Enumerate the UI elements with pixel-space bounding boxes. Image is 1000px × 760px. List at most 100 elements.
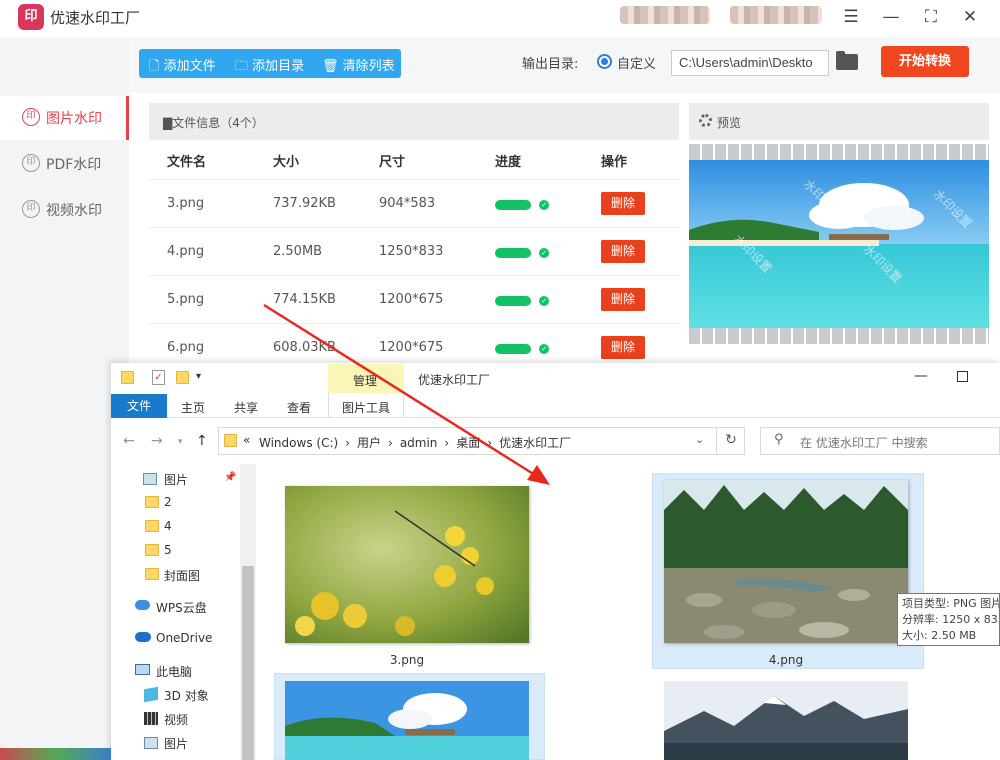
nav-item-cover[interactable]: 封面图 xyxy=(164,567,200,584)
minimize-icon[interactable]: — xyxy=(914,368,928,384)
picture-tools-divider xyxy=(328,393,404,418)
recent-dropdown-icon[interactable]: ▾ xyxy=(178,437,183,447)
properties-icon[interactable]: ✓ xyxy=(152,370,165,385)
tab-share[interactable]: 共享 xyxy=(234,399,258,416)
delete-button[interactable]: 删除 xyxy=(601,240,645,263)
nav-item-folder-2[interactable]: 2 xyxy=(164,495,172,509)
menu-icon[interactable]: ☰ xyxy=(838,4,864,30)
nav-item-this-pc[interactable]: 此电脑 xyxy=(156,663,192,680)
preview-title: 预览 xyxy=(717,116,742,130)
file-dims: 1200*675 xyxy=(379,292,444,307)
video-icon xyxy=(144,712,158,725)
column-header-name: 文件名 xyxy=(167,155,207,170)
file-tooltip: 项目类型: PNG 图片 分辨率: 1250 x 833 大小: 2.50 MB xyxy=(897,593,1000,646)
browse-folder-icon[interactable] xyxy=(836,51,858,70)
nav-item-wps-cloud[interactable]: WPS云盘 xyxy=(156,599,207,616)
file-size: 608.03KB xyxy=(273,340,336,355)
up-icon[interactable]: ↑ xyxy=(196,433,208,449)
3d-objects-icon xyxy=(144,686,158,703)
sidebar-item-label: 视频水印 xyxy=(46,203,102,219)
nav-scrollbar-thumb[interactable] xyxy=(242,566,254,760)
pictures-icon xyxy=(144,737,158,749)
this-pc-icon xyxy=(135,664,150,675)
tooltip-size: 大小: 2.50 MB xyxy=(902,629,977,642)
progress-bar xyxy=(495,200,531,210)
breadcrumb-item[interactable]: Windows (C:) xyxy=(259,436,338,450)
address-dropdown-icon[interactable]: ⌄ xyxy=(695,433,704,446)
thumbnail-caption: 3.png xyxy=(389,653,425,667)
film-strip-top xyxy=(689,144,989,160)
sidebar-item-video-watermark[interactable]: 印 视频水印 xyxy=(0,188,129,232)
file-name: 4.png xyxy=(167,244,205,259)
tab-view[interactable]: 查看 xyxy=(287,399,311,416)
check-icon: ✓ xyxy=(539,344,549,354)
minimize-icon[interactable]: — xyxy=(878,4,904,30)
thumbnail-caption: 4.png xyxy=(768,653,804,667)
chevron-right-icon: › xyxy=(487,436,493,450)
document-icon: ▇ xyxy=(163,116,173,130)
sidebar-item-image-watermark[interactable]: 印 图片水印 xyxy=(0,96,129,140)
nav-item-pictures-2[interactable]: 图片 xyxy=(164,735,188,752)
app-title: 优速水印工厂 xyxy=(50,9,141,27)
add-directory-button[interactable]: 🗀 添加目录 xyxy=(235,55,304,79)
file-info-title: ▇文件信息（4个） xyxy=(163,116,264,130)
pin-icon: 📌 xyxy=(224,472,237,483)
custom-radio-label[interactable]: 自定义 xyxy=(617,53,656,72)
nav-item-folder-4[interactable]: 4 xyxy=(164,519,172,533)
close-icon[interactable]: ✕ xyxy=(957,4,983,30)
tooltip-resolution: 分辨率: 1250 x 833 xyxy=(902,613,1000,626)
add-file-button[interactable]: 🗋 添加文件 xyxy=(149,55,216,79)
quick-access-dropdown-icon[interactable]: ▾ xyxy=(196,371,201,382)
nav-item-pictures[interactable]: 图片 xyxy=(164,471,188,488)
new-folder-icon[interactable] xyxy=(176,371,189,384)
progress-bar xyxy=(495,248,531,258)
back-icon[interactable]: ← xyxy=(123,433,135,449)
overflow-chevron-icon[interactable]: « xyxy=(243,433,250,447)
output-dir-label: 输出目录: xyxy=(522,57,579,72)
nav-item-onedrive[interactable]: OneDrive xyxy=(156,631,212,645)
breadcrumb-item[interactable]: 优速水印工厂 xyxy=(499,436,571,450)
breadcrumb-item[interactable]: admin xyxy=(400,436,438,450)
thumbnail-3png[interactable] xyxy=(285,486,529,643)
check-icon: ✓ xyxy=(539,248,549,258)
explorer-titlebar xyxy=(111,363,1000,393)
breadcrumb-item[interactable]: 桌面 xyxy=(456,436,480,450)
nav-item-videos[interactable]: 视频 xyxy=(164,711,188,728)
tab-home[interactable]: 主页 xyxy=(181,399,205,416)
custom-radio[interactable] xyxy=(597,54,612,69)
watermark-icon: 印 xyxy=(22,108,40,126)
nav-item-folder-5[interactable]: 5 xyxy=(164,543,172,557)
column-header-dims: 尺寸 xyxy=(379,155,406,170)
thumbnail-6png[interactable] xyxy=(664,681,908,760)
delete-button[interactable]: 删除 xyxy=(601,192,645,215)
file-size: 774.15KB xyxy=(273,292,336,307)
thumbnail-5png[interactable] xyxy=(285,681,529,760)
folder-icon xyxy=(145,544,159,556)
chevron-right-icon: › xyxy=(388,436,393,450)
manage-tab[interactable]: 管理 xyxy=(353,372,377,389)
column-header-progress: 进度 xyxy=(495,155,522,170)
check-icon: ✓ xyxy=(539,200,549,210)
sidebar-item-pdf-watermark[interactable]: 印 PDF水印 xyxy=(0,142,129,186)
tab-file[interactable]: 文件 xyxy=(111,394,167,418)
start-convert-button[interactable]: 开始转换 xyxy=(881,46,969,77)
folder-icon xyxy=(224,434,237,447)
thumbnail-4png[interactable] xyxy=(664,480,908,643)
nav-item-3d-objects[interactable]: 3D 对象 xyxy=(164,687,209,704)
blurred-user-info xyxy=(620,6,710,24)
refresh-icon[interactable]: ↻ xyxy=(716,427,745,455)
progress-bar xyxy=(495,296,531,306)
fullscreen-icon[interactable]: ⛶ xyxy=(918,4,944,30)
output-path-input[interactable]: C:\Users\admin\Deskto xyxy=(671,50,829,76)
breadcrumb: Windows (C:) › 用户 › admin › 桌面 › 优速水印工厂 xyxy=(259,434,571,451)
forward-icon[interactable]: → xyxy=(151,433,163,449)
sidebar-item-label: 图片水印 xyxy=(46,111,102,127)
delete-button[interactable]: 删除 xyxy=(601,336,645,359)
clear-list-button[interactable]: 🗑 清除列表 xyxy=(322,55,395,74)
explorer-title: 优速水印工厂 xyxy=(418,373,491,387)
breadcrumb-item[interactable]: 用户 xyxy=(357,436,381,450)
pictures-icon xyxy=(143,473,157,485)
delete-button[interactable]: 删除 xyxy=(601,288,645,311)
chevron-right-icon: › xyxy=(345,436,350,450)
maximize-icon[interactable] xyxy=(957,371,968,382)
